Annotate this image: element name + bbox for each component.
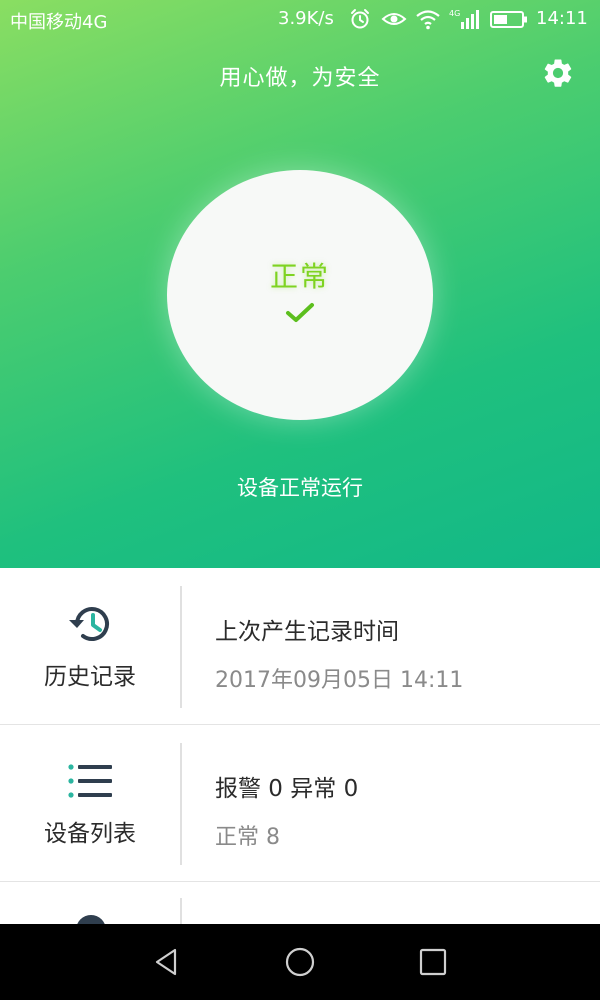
wifi-icon bbox=[416, 10, 440, 30]
settings-button[interactable] bbox=[540, 55, 576, 91]
device-list-card[interactable]: 设备列表 报警 0 异常 0 正常 8 bbox=[0, 725, 600, 882]
svg-text:4G: 4G bbox=[449, 9, 460, 18]
list-icon bbox=[68, 764, 112, 798]
history-info: 上次产生记录时间 2017年09月05日 14:11 bbox=[215, 612, 463, 694]
app-title: 用心做，为安全 bbox=[219, 66, 381, 91]
alarm-icon bbox=[351, 9, 369, 29]
card-divider bbox=[180, 898, 182, 924]
card-divider bbox=[180, 586, 182, 708]
history-label: 历史记录 bbox=[44, 664, 136, 690]
home-icon[interactable] bbox=[284, 946, 316, 978]
device-status-caption: 设备正常运行 bbox=[237, 476, 363, 500]
clock: 14:11 bbox=[536, 8, 588, 29]
carrier-label: 中国移动4G bbox=[10, 12, 108, 33]
last-record-time: 2017年09月05日 14:11 bbox=[215, 668, 464, 693]
history-card[interactable]: 历史记录 上次产生记录时间 2017年09月05日 14:11 bbox=[0, 568, 600, 725]
device-list-button[interactable]: 设备列表 bbox=[0, 725, 180, 881]
recents-icon[interactable] bbox=[417, 946, 449, 978]
net-speed: 3.9K/s bbox=[278, 8, 334, 29]
eye-icon bbox=[381, 13, 407, 25]
status-label: 正常 bbox=[269, 260, 330, 293]
history-icon bbox=[69, 607, 109, 641]
check-icon bbox=[286, 303, 314, 322]
alarm-abnormal-counts: 报警 0 异常 0 bbox=[215, 776, 359, 802]
last-record-title: 上次产生记录时间 bbox=[215, 619, 399, 645]
device-summary: 报警 0 异常 0 正常 8 bbox=[215, 769, 358, 851]
system-nav-bar bbox=[0, 924, 600, 1000]
battery-icon bbox=[490, 11, 527, 28]
device-list-label: 设备列表 bbox=[44, 821, 136, 847]
back-icon[interactable] bbox=[151, 946, 183, 978]
status-bar: 中国移动4G 3.9K/s 4G 14:11 bbox=[0, 0, 600, 40]
card-divider bbox=[180, 743, 182, 865]
signal-4g-icon: 4G bbox=[449, 9, 479, 29]
status-hero: 中国移动4G 3.9K/s 4G 14:11 用心做，为安全 正常 设备正常运行 bbox=[0, 0, 600, 568]
normal-count: 正常 8 bbox=[215, 825, 280, 850]
gear-icon bbox=[544, 59, 572, 87]
history-button[interactable]: 历史记录 bbox=[0, 568, 180, 724]
status-indicator[interactable]: 正常 bbox=[167, 170, 433, 420]
